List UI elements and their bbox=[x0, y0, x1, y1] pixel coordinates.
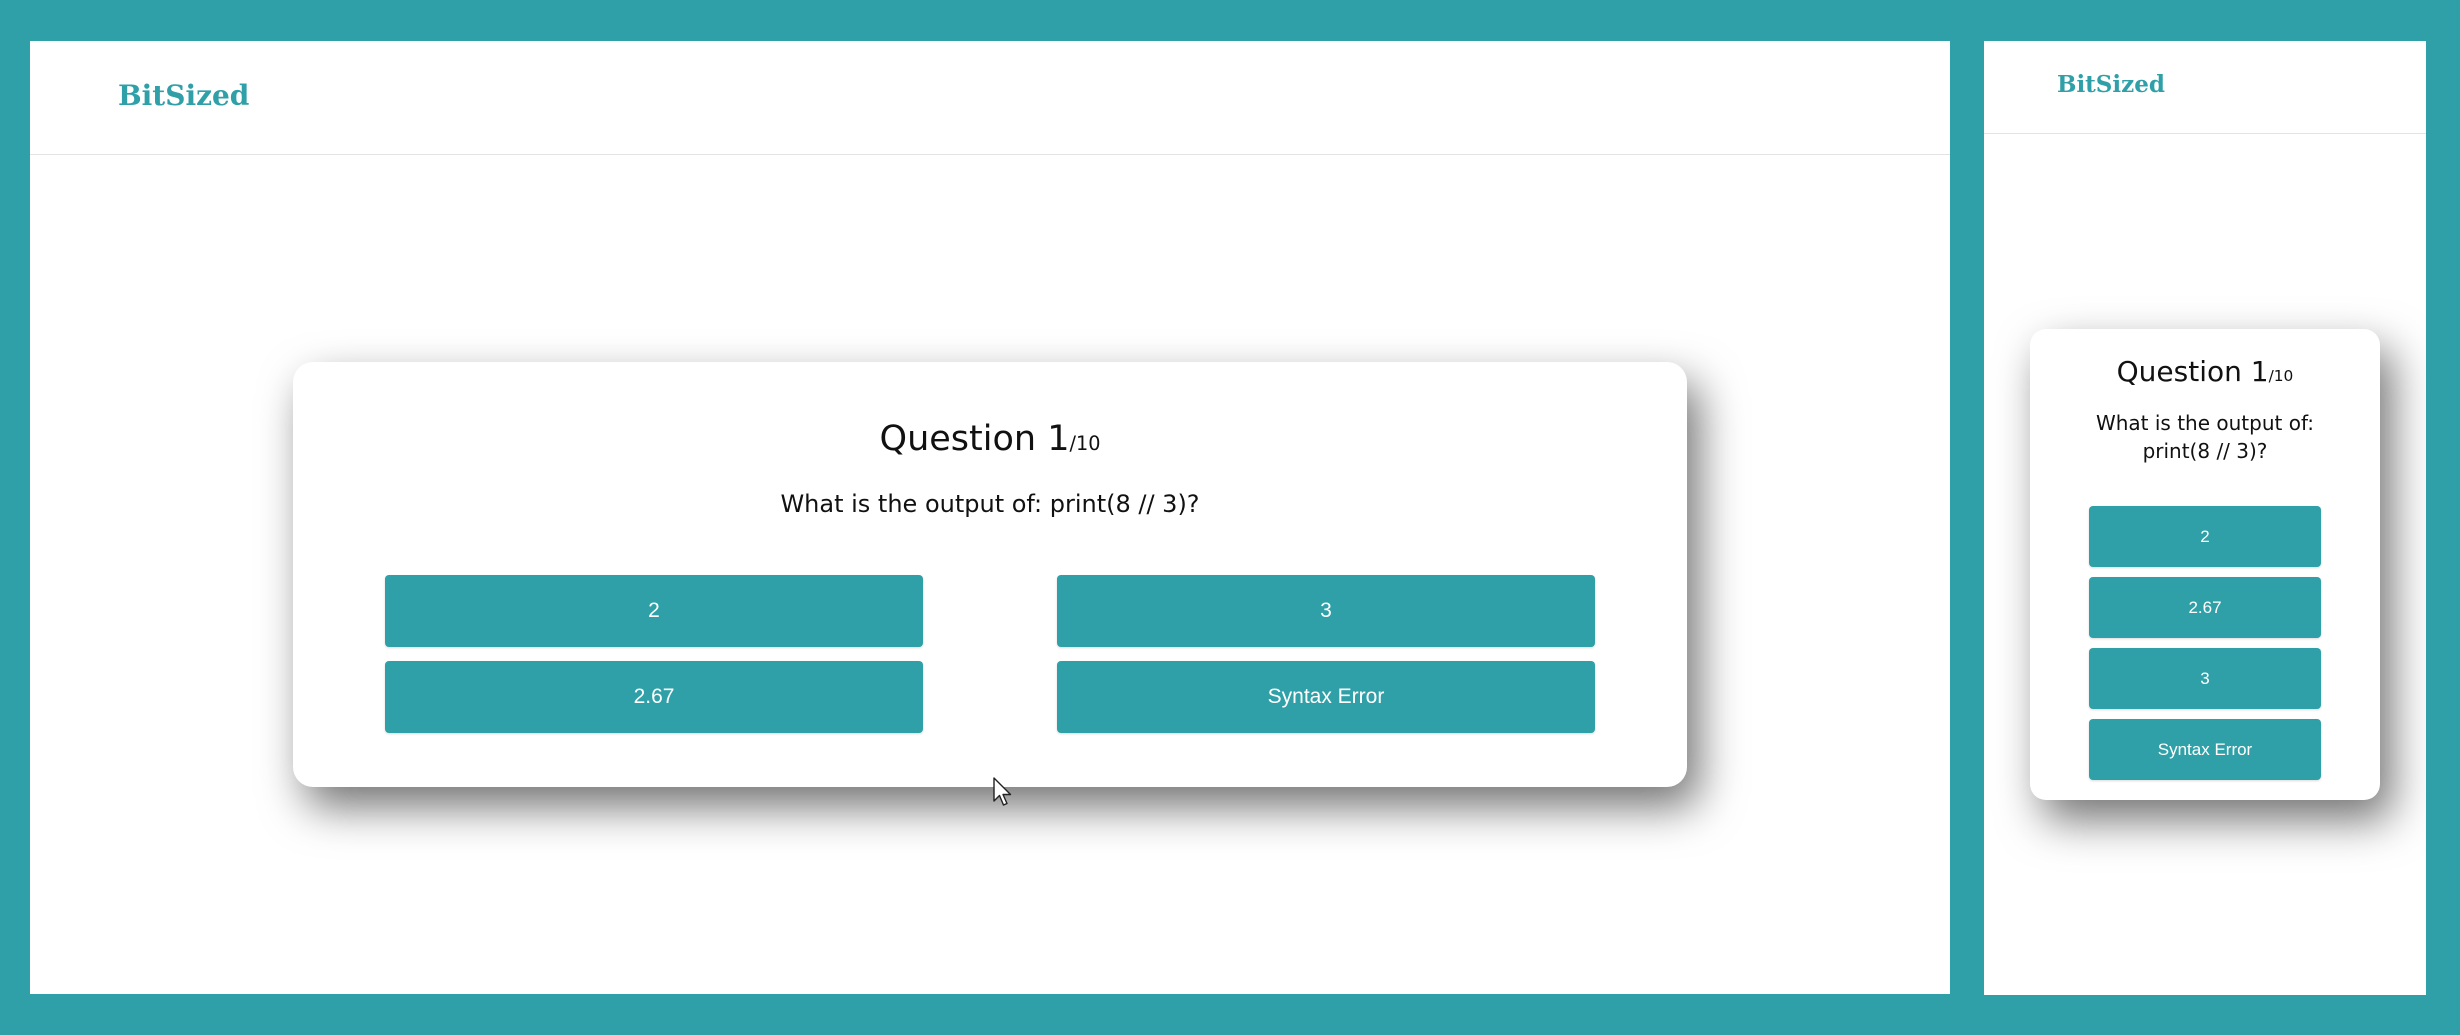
quiz-card: Question 1/10 What is the output of: pri… bbox=[2030, 329, 2380, 800]
site-header: BitSized bbox=[30, 41, 1950, 155]
answer-button[interactable]: 2 bbox=[2089, 506, 2321, 567]
answer-button[interactable]: 2.67 bbox=[385, 661, 923, 733]
brand-logo[interactable]: BitSized bbox=[2057, 71, 2165, 98]
answer-button[interactable]: 3 bbox=[1057, 575, 1595, 647]
question-number: Question 1 bbox=[879, 419, 1070, 459]
answer-button[interactable]: Syntax Error bbox=[1057, 661, 1595, 733]
brand-logo[interactable]: BitSized bbox=[118, 79, 249, 112]
mobile-preview: BitSized Question 1/10 What is the outpu… bbox=[1984, 41, 2426, 995]
question-total: /10 bbox=[1069, 432, 1101, 455]
answer-button[interactable]: 2.67 bbox=[2089, 577, 2321, 638]
question-number: Question 1 bbox=[2116, 355, 2269, 388]
site-header: BitSized bbox=[1984, 41, 2426, 134]
answer-options: 2 2.67 3 Syntax Error bbox=[2089, 506, 2321, 780]
answer-options: 2 3 2.67 Syntax Error bbox=[385, 575, 1595, 733]
answer-button[interactable]: 3 bbox=[2089, 648, 2321, 709]
question-total: /10 bbox=[2268, 367, 2294, 385]
mouse-pointer-icon bbox=[993, 777, 1012, 806]
question-heading: Question 1/10 bbox=[2030, 355, 2380, 388]
answer-button[interactable]: 2 bbox=[385, 575, 923, 647]
desktop-preview: BitSized Question 1/10 What is the outpu… bbox=[30, 41, 1950, 994]
question-heading: Question 1/10 bbox=[293, 419, 1687, 459]
question-text: What is the output of: print(8 // 3)? bbox=[2095, 411, 2315, 463]
quiz-card: Question 1/10 What is the output of: pri… bbox=[293, 362, 1687, 787]
question-text: What is the output of: print(8 // 3)? bbox=[780, 490, 1200, 518]
answer-button[interactable]: Syntax Error bbox=[2089, 719, 2321, 780]
